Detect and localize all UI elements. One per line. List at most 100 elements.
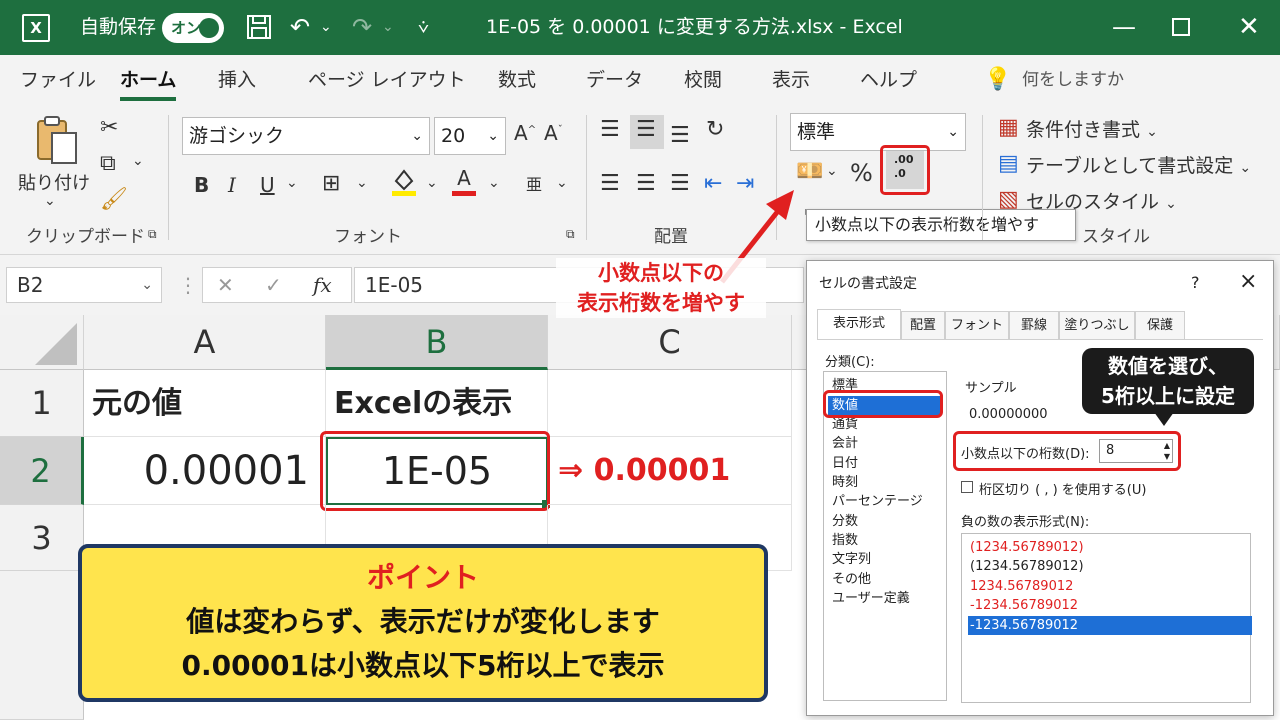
copy-dropdown-icon[interactable]: ⌄ <box>132 153 144 169</box>
row-header-1[interactable]: 1 <box>0 370 84 437</box>
thousands-separator-checkbox[interactable] <box>961 481 973 493</box>
negative-format-item-selected[interactable]: -1234.56789012 <box>968 616 1252 635</box>
borders-icon[interactable]: ⊞ <box>322 171 340 196</box>
help-icon[interactable]: ? <box>1191 273 1200 292</box>
fill-color-dropdown-icon[interactable]: ⌄ <box>426 175 438 191</box>
column-header-a[interactable]: A <box>84 315 326 370</box>
font-launcher-icon[interactable]: ⧉ <box>566 227 575 242</box>
tab-home[interactable]: ホーム <box>120 55 177 105</box>
redo-icon[interactable]: ↷ <box>352 0 372 55</box>
tab-fill[interactable]: 塗りつぶし <box>1059 311 1135 339</box>
row-header-2[interactable]: 2 <box>0 437 84 505</box>
category-item[interactable]: 会計 <box>832 434 858 453</box>
increase-font-icon[interactable]: A^ <box>514 121 536 145</box>
align-right-icon[interactable]: ☰ <box>670 171 690 196</box>
paste-dropdown-icon[interactable]: ⌄ <box>44 193 56 209</box>
font-name-select[interactable]: 游ゴシック ⌄ <box>182 117 430 155</box>
category-item[interactable]: 日付 <box>832 454 858 473</box>
clipboard-launcher-icon[interactable]: ⧉ <box>148 227 157 242</box>
tab-page-layout[interactable]: ページ レイアウト <box>308 55 466 105</box>
font-color-dropdown-icon[interactable]: ⌄ <box>488 175 500 191</box>
cell-a2[interactable]: 0.00001 <box>84 437 326 505</box>
tab-insert[interactable]: 挿入 <box>218 55 256 105</box>
autosave-toggle[interactable]: オン <box>162 13 224 43</box>
undo-icon[interactable]: ↶ <box>290 0 310 55</box>
tab-data[interactable]: データ <box>586 55 643 105</box>
cell-c2[interactable]: ⇒ 0.00001 <box>548 437 792 505</box>
cut-icon[interactable]: ✂ <box>100 115 118 140</box>
underline-button[interactable]: U <box>260 173 275 197</box>
row-header-3[interactable]: 3 <box>0 505 84 571</box>
cell-styles-button[interactable]: セルのスタイル ⌄ <box>1026 187 1177 214</box>
borders-dropdown-icon[interactable]: ⌄ <box>356 175 368 191</box>
align-left-icon[interactable]: ☰ <box>600 171 620 196</box>
column-header-b[interactable]: B <box>326 315 548 370</box>
italic-button[interactable]: I <box>228 173 236 197</box>
align-middle-button[interactable]: ☰ <box>630 115 664 149</box>
bold-button[interactable]: B <box>194 173 209 197</box>
align-center-icon[interactable]: ☰ <box>636 171 656 196</box>
conditional-format-icon[interactable]: ▦ <box>998 115 1019 140</box>
orientation-icon[interactable]: ↻ <box>706 117 724 142</box>
close-icon[interactable]: ✕ <box>1238 0 1260 55</box>
category-item[interactable]: 指数 <box>832 531 858 550</box>
tab-view[interactable]: 表示 <box>772 55 810 105</box>
align-top-icon[interactable]: ☰ <box>600 117 620 142</box>
minimize-icon[interactable]: — <box>1112 0 1136 55</box>
tab-protection[interactable]: 保護 <box>1135 311 1185 339</box>
tab-border[interactable]: 罫線 <box>1009 311 1059 339</box>
phonetic-dropdown-icon[interactable]: ⌄ <box>556 175 568 191</box>
name-box[interactable]: B2 ⌄ <box>6 267 162 303</box>
category-item[interactable]: 文字列 <box>832 550 871 569</box>
category-item[interactable]: 分数 <box>832 512 858 531</box>
select-all-corner[interactable] <box>0 315 84 370</box>
fill-color-icon[interactable] <box>392 167 416 197</box>
decrease-font-icon[interactable]: Aˇ <box>544 121 563 145</box>
category-item[interactable]: ユーザー定義 <box>832 589 910 608</box>
tab-review[interactable]: 校閲 <box>684 55 722 105</box>
undo-dropdown-icon[interactable]: ⌄ <box>320 0 332 55</box>
enter-icon[interactable]: ✓ <box>265 268 282 302</box>
underline-dropdown-icon[interactable]: ⌄ <box>286 175 298 191</box>
align-bottom-icon[interactable]: ☰ <box>670 123 690 148</box>
font-size-select[interactable]: 20 ⌄ <box>434 117 506 155</box>
column-header-c[interactable]: C <box>548 315 792 370</box>
phonetic-icon[interactable]: 亜 <box>526 171 542 195</box>
tab-number-format[interactable]: 表示形式 <box>817 309 901 339</box>
negative-format-item[interactable]: 1234.56789012 <box>968 577 1252 596</box>
paste-icon[interactable] <box>34 115 80 167</box>
customize-qat-icon[interactable]: ⩒ <box>418 0 429 55</box>
dialog-close-icon[interactable]: × <box>1239 269 1257 294</box>
format-as-table-button[interactable]: テーブルとして書式設定 ⌄ <box>1026 151 1251 178</box>
copy-icon[interactable]: ⧉ <box>100 151 116 176</box>
category-item[interactable]: パーセンテージ <box>832 492 923 511</box>
cell-c1[interactable] <box>548 370 792 437</box>
category-item[interactable]: 時刻 <box>832 473 858 492</box>
tell-me-search[interactable]: 何をしますか <box>1022 55 1124 105</box>
tab-file[interactable]: ファイル <box>20 55 96 105</box>
format-painter-icon[interactable]: 🖌 <box>100 187 128 212</box>
accounting-dropdown-icon[interactable]: ⌄ <box>826 163 838 179</box>
tab-formulas[interactable]: 数式 <box>498 55 536 105</box>
cell-a1[interactable]: 元の値 <box>84 370 326 437</box>
negative-format-item[interactable]: -1234.56789012 <box>968 596 1252 615</box>
conditional-format-button[interactable]: 条件付き書式 ⌄ <box>1026 115 1158 142</box>
format-as-table-icon[interactable]: ▤ <box>998 151 1019 176</box>
tab-help[interactable]: ヘルプ <box>860 55 917 105</box>
number-format-select[interactable]: 標準 ⌄ <box>790 113 966 151</box>
cell-b1[interactable]: Excelの表示 <box>326 370 548 437</box>
cell-styles-icon[interactable]: ▧ <box>998 187 1019 212</box>
negative-format-item[interactable]: (1234.56789012) <box>968 557 1252 576</box>
insert-function-icon[interactable]: fx <box>313 268 332 302</box>
maximize-icon[interactable] <box>1172 18 1190 36</box>
save-icon[interactable] <box>246 0 272 60</box>
redo-dropdown-icon[interactable]: ⌄ <box>382 0 394 55</box>
font-color-icon[interactable]: A <box>452 167 476 197</box>
row-header-4[interactable] <box>0 571 84 720</box>
percent-button[interactable]: % <box>850 159 873 187</box>
category-item[interactable]: その他 <box>832 570 871 589</box>
paste-label[interactable]: 貼り付け <box>18 169 90 195</box>
negative-format-item[interactable]: (1234.56789012) <box>968 538 1252 557</box>
tab-font[interactable]: フォント <box>945 311 1009 339</box>
tab-alignment[interactable]: 配置 <box>901 311 945 339</box>
